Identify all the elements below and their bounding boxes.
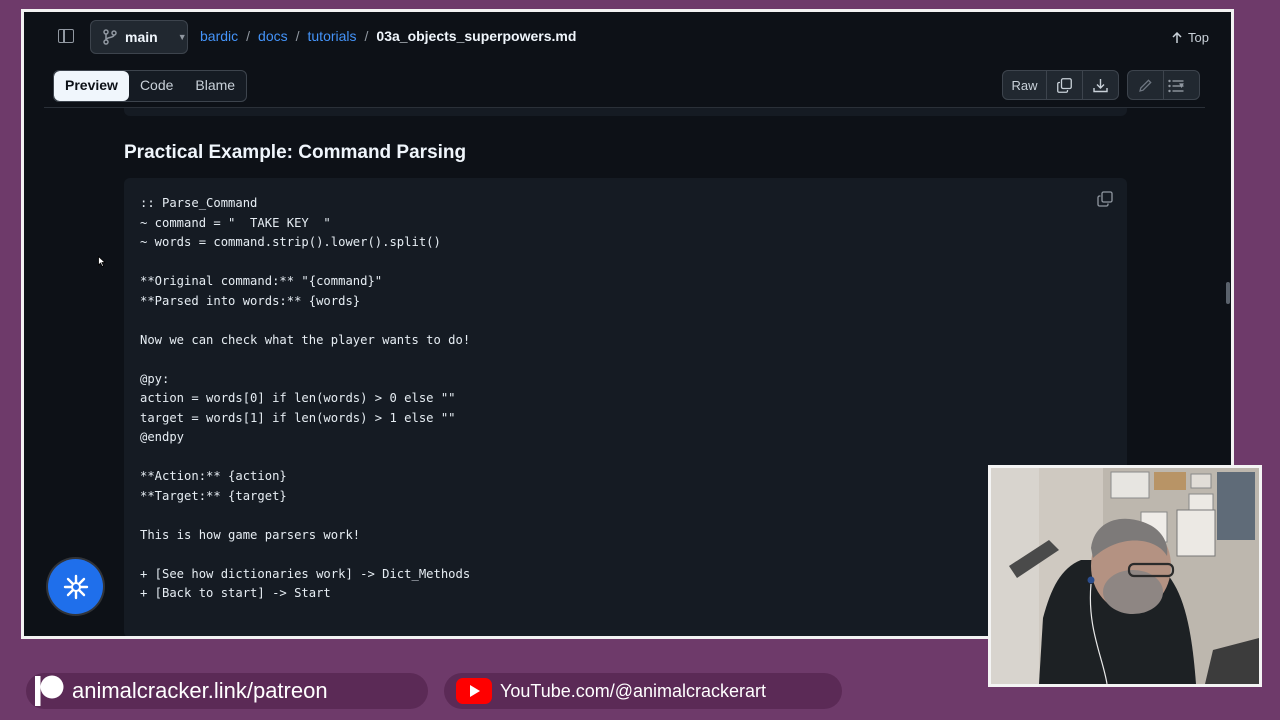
assistant-button[interactable] (48, 559, 103, 614)
section-heading: Practical Example: Command Parsing (124, 142, 467, 163)
copy-icon (1057, 77, 1072, 93)
patreon-link-text: animalcracker.link/patreon (72, 678, 328, 703)
arrow-up-icon (1172, 31, 1182, 43)
code-block: :: Parse_Command ~ command = " TAKE KEY … (124, 178, 1127, 636)
breadcrumb: bardic / docs / tutorials / 03a_objects_… (200, 28, 576, 44)
breadcrumb-bardic[interactable]: bardic (200, 28, 238, 44)
outline-list-icon[interactable] (1168, 79, 1184, 93)
branch-selector[interactable]: main ▼ (90, 20, 188, 54)
file-toolbar: Preview Code Blame Raw ▼ (24, 64, 1231, 110)
tab-preview[interactable]: Preview (54, 71, 129, 101)
view-mode-tabs: Preview Code Blame (53, 70, 248, 102)
sparkle-icon (63, 574, 88, 599)
webcam-overlay (988, 465, 1262, 687)
youtube-link-text: YouTube.com/@animalcrackerart (500, 680, 767, 701)
breadcrumb-docs[interactable]: docs (258, 28, 288, 44)
branch-name: main (125, 29, 158, 45)
pencil-icon (1139, 78, 1152, 92)
file-header: main ▼ bardic / docs / tutorials / 03a_o… (24, 12, 1231, 64)
breadcrumb-tutorials[interactable]: tutorials (308, 28, 357, 44)
edit-button[interactable] (1128, 71, 1164, 99)
breadcrumb-separator: / (246, 28, 251, 44)
chevron-down-icon: ▼ (177, 32, 187, 42)
download-button[interactable] (1083, 71, 1118, 99)
youtube-banner: YouTube.com/@animalcrackerart (444, 673, 842, 709)
breadcrumb-separator: / (364, 28, 369, 44)
patreon-banner: animalcracker.link/patreon (26, 673, 428, 709)
breadcrumb-separator: / (295, 28, 300, 44)
breadcrumb-current-file: 03a_objects_superpowers.md (376, 28, 577, 44)
code-content: :: Parse_Command ~ command = " TAKE KEY … (140, 196, 471, 600)
mouse-cursor-icon (98, 256, 106, 267)
tab-code[interactable]: Code (129, 71, 184, 101)
top-button[interactable]: Top (1172, 30, 1209, 45)
copy-icon[interactable] (1097, 191, 1113, 207)
patreon-icon (35, 675, 64, 706)
download-icon (1093, 78, 1108, 92)
scrollbar-thumb[interactable] (1226, 282, 1230, 304)
youtube-icon (456, 678, 492, 704)
top-label: Top (1188, 30, 1209, 45)
previous-code-block (124, 108, 1127, 116)
raw-button[interactable]: Raw (1003, 71, 1047, 99)
sidebar-toggle-icon[interactable] (58, 29, 74, 43)
tab-blame[interactable]: Blame (184, 71, 246, 101)
git-branch-icon (103, 29, 117, 45)
webcam-feed (991, 468, 1259, 684)
copy-raw-button[interactable] (1047, 71, 1083, 99)
